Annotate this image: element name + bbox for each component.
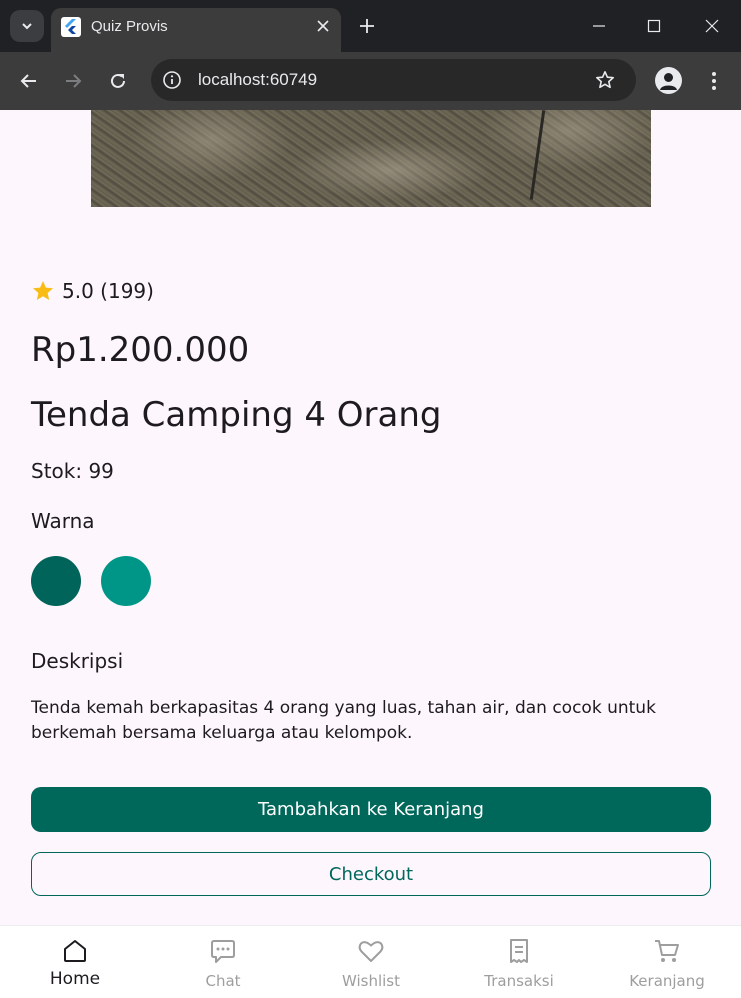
color-swatch-teal[interactable] — [101, 556, 151, 606]
maximize-icon — [647, 19, 661, 33]
nav-label-home: Home — [49, 969, 101, 989]
address-bar[interactable]: localhost:60749 — [151, 59, 636, 101]
chevron-down-icon — [22, 23, 32, 30]
product-rating: 5.0 (199) — [31, 279, 154, 303]
product-stock: Stok: 99 — [31, 459, 114, 483]
product-name: Tenda Camping 4 Orang — [31, 395, 442, 435]
bottom-navigation: Home Chat Wishlist Transaksi Keranjang — [0, 925, 741, 998]
forward-button[interactable] — [59, 67, 87, 95]
window-close-button[interactable] — [699, 13, 725, 39]
nav-item-chat[interactable]: Chat — [149, 926, 297, 998]
rating-value: 5.0 (199) — [62, 279, 154, 303]
chat-icon — [208, 936, 238, 966]
nav-label-chat: Chat — [205, 972, 241, 990]
plus-icon — [360, 19, 374, 33]
browser-menu-button[interactable] — [704, 67, 724, 95]
home-icon — [60, 936, 90, 966]
new-tab-button[interactable] — [354, 13, 380, 39]
tab-search-button[interactable] — [10, 10, 44, 42]
description-label: Deskripsi — [31, 649, 124, 673]
reload-icon — [111, 73, 125, 88]
product-image — [91, 110, 651, 207]
nav-item-keranjang[interactable]: Keranjang — [593, 926, 741, 998]
tab-title: Quiz Provis — [91, 18, 168, 35]
flutter-favicon-icon — [61, 17, 81, 37]
arrow-left-icon — [20, 74, 36, 88]
url-text[interactable]: localhost:60749 — [198, 70, 317, 90]
color-label: Warna — [31, 509, 95, 533]
nav-label-transaksi: Transaksi — [484, 972, 554, 990]
profile-avatar-icon[interactable] — [655, 67, 682, 94]
bookmark-button[interactable] — [593, 68, 617, 92]
browser-toolbar: localhost:60749 — [0, 52, 741, 110]
nav-item-transaksi[interactable]: Transaksi — [445, 926, 593, 998]
browser-titlebar: Quiz Provis — [0, 0, 741, 52]
nav-label-keranjang: Keranjang — [629, 972, 705, 990]
reload-button[interactable] — [104, 67, 132, 95]
minimize-button[interactable] — [586, 13, 612, 39]
receipt-icon — [504, 936, 534, 966]
description-text: Tenda kemah berkapasitas 4 orang yang lu… — [31, 698, 656, 743]
checkout-button[interactable]: Checkout — [31, 852, 711, 896]
arrow-right-icon — [66, 74, 82, 88]
more-vert-icon — [712, 72, 716, 90]
nav-label-wishlist: Wishlist — [341, 972, 401, 990]
star-icon — [33, 281, 53, 300]
color-swatch-dark-teal[interactable] — [31, 556, 81, 606]
add-to-cart-button[interactable]: Tambahkan ke Keranjang — [31, 787, 711, 832]
browser-tab[interactable]: Quiz Provis — [51, 8, 341, 52]
cart-icon — [652, 936, 682, 966]
nav-item-wishlist[interactable]: Wishlist — [297, 926, 445, 998]
tab-close-button[interactable] — [313, 16, 333, 36]
star-outline-icon — [596, 71, 614, 89]
site-info-icon[interactable] — [161, 69, 183, 91]
product-price: Rp1.200.000 — [31, 330, 250, 370]
product-detail-page[interactable]: 5.0 (199) Rp1.200.000 Tenda Camping 4 Or… — [0, 110, 741, 925]
heart-icon — [356, 936, 386, 966]
back-button[interactable] — [15, 67, 43, 95]
close-icon — [317, 20, 329, 32]
close-icon — [705, 19, 719, 33]
nav-item-home[interactable]: Home — [1, 926, 149, 998]
maximize-button[interactable] — [641, 13, 667, 39]
minimize-icon — [593, 25, 605, 27]
